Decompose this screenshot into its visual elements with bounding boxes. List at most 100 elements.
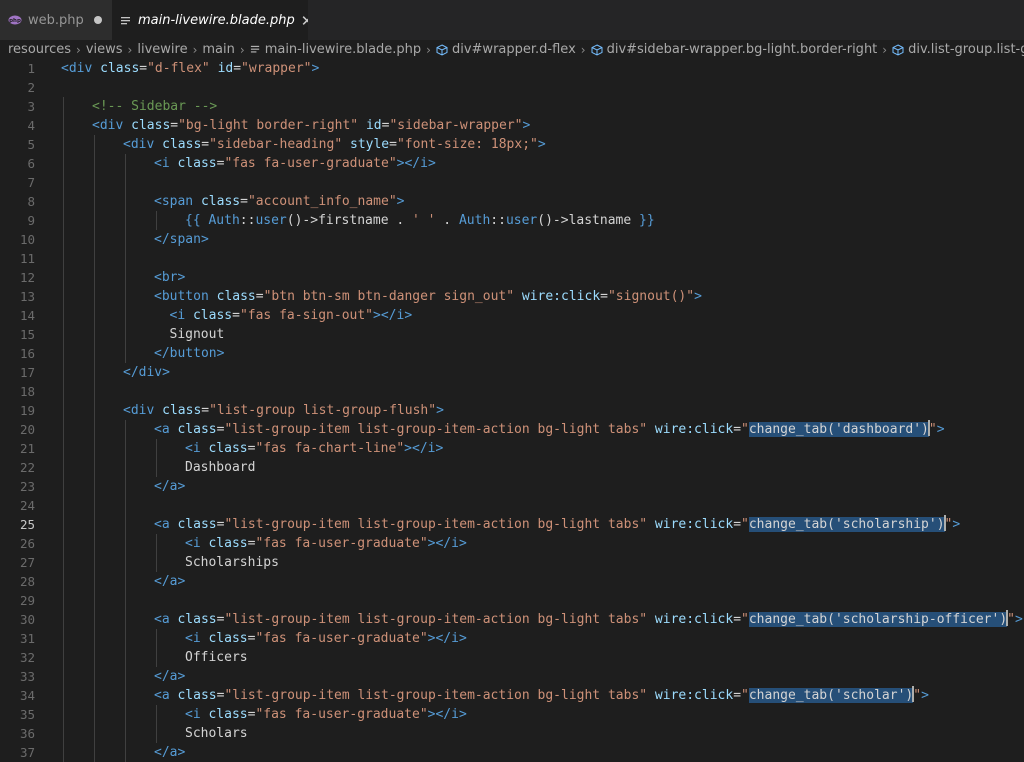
- line-number: 33: [19, 669, 35, 684]
- indent-guide: [63, 382, 64, 401]
- indent-guide: [94, 382, 95, 401]
- indent-guide: [94, 648, 95, 667]
- indent-guide: [94, 249, 95, 268]
- code-line[interactable]: 35 <i class="fas fa-user-graduate"></i>: [0, 705, 1024, 724]
- line-number: 18: [19, 384, 35, 399]
- indent-guide: [63, 743, 64, 762]
- code-line[interactable]: 5 <div class="sidebar-heading" style="fon…: [0, 135, 1024, 154]
- code-line[interactable]: 33 </a>: [0, 667, 1024, 686]
- breadcrumb-item-list-group-div[interactable]: div.list-group.list-group-flush: [892, 42, 1024, 57]
- line-number: 25: [19, 517, 35, 532]
- code-line[interactable]: 29: [0, 591, 1024, 610]
- code-line[interactable]: 1 <div class="d-flex" id="wrapper">: [0, 59, 1024, 78]
- code-line[interactable]: 34 <a class = "list-group-item list-group-i…: [0, 686, 1024, 705]
- indent-guide: [94, 287, 95, 306]
- indent-guide: [94, 743, 95, 762]
- code-token: <div: [61, 61, 101, 76]
- code-line[interactable]: 30 <a class = "list-group-item list-group-i…: [0, 610, 1024, 629]
- indent-guide: [63, 135, 64, 154]
- code-line[interactable]: 36 Scholars: [0, 724, 1024, 743]
- breadcrumb-item-sidebar-wrapper-div[interactable]: div#sidebar-wrapper.bg-light.border-righ…: [591, 42, 877, 57]
- indent-guide: [125, 268, 126, 287]
- indent-guide: [94, 667, 95, 686]
- tab-bar: php web.php main-livewire.blade.php ✕: [0, 0, 1024, 40]
- indent-guide: [125, 306, 126, 325]
- code-line[interactable]: 4 <div class="bg-light border-right" id="…: [0, 116, 1024, 135]
- code-line[interactable]: 25 <a class = "list-group-item list-group-i…: [0, 515, 1024, 534]
- code-token: =: [201, 137, 210, 152]
- chevron-right-icon: ›: [580, 42, 586, 57]
- code-token: wire:click: [654, 422, 734, 437]
- tab-main-livewire-blade-php[interactable]: main-livewire.blade.php ✕: [112, 0, 313, 40]
- code-line[interactable]: 15 Signout: [0, 325, 1024, 344]
- code-text: <div class="bg-light border-right" id="s…: [92, 116, 530, 135]
- code-line[interactable]: 26 <i class="fas fa-user-graduate"></i>: [0, 534, 1024, 553]
- code-line[interactable]: 11: [0, 249, 1024, 268]
- indent-guide: [125, 667, 126, 686]
- tab-web-php[interactable]: php web.php: [0, 0, 112, 40]
- code-line[interactable]: 37 </a>: [0, 743, 1024, 762]
- code-line[interactable]: 32 Officers: [0, 648, 1024, 667]
- code-line[interactable]: 28 </a>: [0, 572, 1024, 591]
- code-line[interactable]: 16 </button>: [0, 344, 1024, 363]
- code-line[interactable]: 9{{ Auth::user()->firstname . ' ' . Auth…: [0, 211, 1024, 230]
- line-number: 12: [19, 270, 35, 285]
- code-editor[interactable]: 1 <div class="d-flex" id="wrapper"> 2 3 <!--…: [0, 59, 1024, 762]
- line-number: 26: [19, 536, 35, 551]
- code-line[interactable]: 3 <!-- Sidebar -->: [0, 97, 1024, 116]
- code-line[interactable]: 31 <i class="fas fa-user-graduate"></i>: [0, 629, 1024, 648]
- indent-guide: [125, 496, 126, 515]
- code-line[interactable]: 13 <button class="btn btn-sm btn-danger s…: [0, 287, 1024, 306]
- code-token: id: [217, 61, 234, 76]
- indent-guide: [63, 325, 64, 344]
- code-line[interactable]: 19 <div class="list-group list-group-flus…: [0, 401, 1024, 420]
- indent-guide: [125, 344, 126, 363]
- code-token: >: [952, 517, 961, 532]
- code-line[interactable]: 12 <br>: [0, 268, 1024, 287]
- code-line[interactable]: 22 Dashboard: [0, 458, 1024, 477]
- code-line[interactable]: 10 </span>: [0, 230, 1024, 249]
- indent-guide: [125, 724, 126, 743]
- code-line[interactable]: 27 Scholarships: [0, 553, 1024, 572]
- svg-text:php: php: [9, 18, 21, 24]
- code-text: <span class="account_info_name">: [154, 192, 404, 211]
- code-text: {{ Auth::user()->firstname . ' ' . Auth:…: [185, 211, 655, 230]
- code-line[interactable]: 24: [0, 496, 1024, 515]
- unsaved-dot-icon[interactable]: [94, 16, 102, 24]
- code-line[interactable]: 20 <a class = "list-group-item list-group-i…: [0, 420, 1024, 439]
- code-line[interactable]: 17 </div>: [0, 363, 1024, 382]
- code-line[interactable]: 6 <i class="fas fa-user-graduate"></i>: [0, 154, 1024, 173]
- indent-guide: [63, 287, 64, 306]
- code-token: class: [177, 517, 217, 532]
- indent-guide: [156, 553, 157, 572]
- code-text: <br>: [154, 268, 185, 287]
- indent-guide: [63, 306, 64, 325]
- breadcrumb-item-views[interactable]: views: [86, 42, 123, 57]
- code-token: >: [1014, 612, 1023, 627]
- code-text: Scholarships: [185, 553, 279, 572]
- code-text: <i class="fas fa-user-graduate"></i>: [154, 154, 436, 173]
- indent-guide: [63, 610, 64, 629]
- code-line[interactable]: 23 </a>: [0, 477, 1024, 496]
- code-line[interactable]: 14 <i class="fas fa-sign-out"></i>: [0, 306, 1024, 325]
- indent-guide: [63, 116, 64, 135]
- breadcrumb-item-file[interactable]: main-livewire.blade.php: [250, 42, 421, 57]
- code-line[interactable]: 21 <i class="fas fa-chart-line"></i>: [0, 439, 1024, 458]
- code-token: =: [255, 289, 264, 304]
- breadcrumb-item-resources[interactable]: resources: [8, 42, 71, 57]
- line-number: 4: [27, 118, 35, 133]
- code-token: "list-group-item list-group-item-action …: [224, 422, 648, 437]
- indent-guide: [63, 211, 64, 230]
- indent-guide: [156, 705, 157, 724]
- code-line[interactable]: 8 <span class="account_info_name">: [0, 192, 1024, 211]
- code-line[interactable]: 7: [0, 173, 1024, 192]
- breadcrumb-item-main[interactable]: main: [202, 42, 234, 57]
- indent-guide: [63, 572, 64, 591]
- code-token: <i: [185, 631, 209, 646]
- breadcrumb-item-wrapper-div[interactable]: div#wrapper.d-flex: [436, 42, 576, 57]
- breadcrumb-item-livewire[interactable]: livewire: [137, 42, 187, 57]
- code-line[interactable]: 18: [0, 382, 1024, 401]
- code-line[interactable]: 2: [0, 78, 1024, 97]
